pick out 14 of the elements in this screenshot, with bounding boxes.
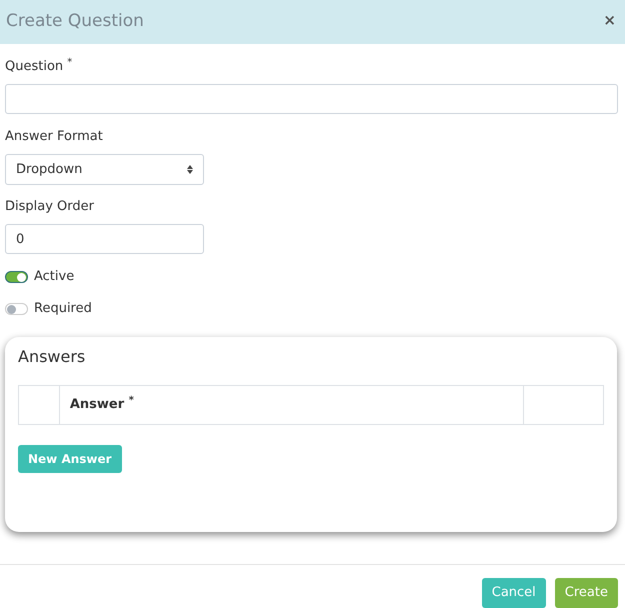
column-header: Answer $^{*}$ bbox=[58, 386, 524, 424]
display-order-label: Display Order bbox=[5, 198, 95, 216]
answers-title: Answers bbox=[18, 346, 86, 368]
question-label: Question $^{*}$ bbox=[5, 58, 74, 76]
toggle-label: Active bbox=[34, 268, 74, 286]
dialog-title: Create Question bbox=[6, 10, 144, 34]
answer-format-select[interactable]: Dropdown bbox=[5, 154, 204, 185]
toggle-switch[interactable] bbox=[5, 271, 28, 283]
question-field[interactable] bbox=[5, 84, 618, 114]
answer-format-label: Answer Format bbox=[5, 128, 104, 146]
toggle-label: Required bbox=[34, 300, 92, 318]
display-order-field[interactable]: 0 bbox=[5, 224, 204, 254]
sort-arrows-icon bbox=[187, 165, 193, 174]
close-button[interactable]: × bbox=[603, 8, 616, 32]
